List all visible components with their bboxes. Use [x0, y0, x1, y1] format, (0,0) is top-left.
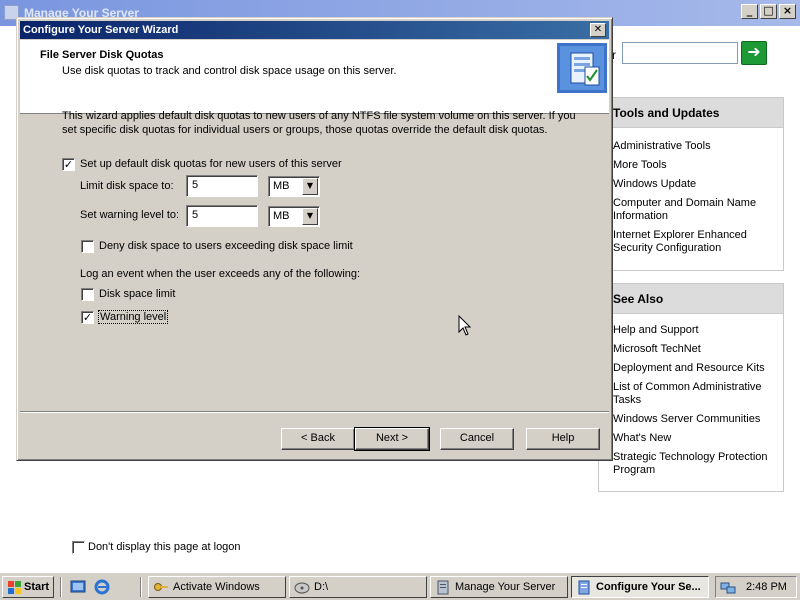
taskbar-item-configure-your-server[interactable]: Configure Your Se... [571, 576, 709, 598]
link-whats-new[interactable]: What's New [613, 432, 781, 445]
cancel-button[interactable]: Cancel [440, 428, 514, 450]
log-warning-level-checkbox[interactable]: ✓ [81, 311, 94, 324]
maximize-button[interactable]: □ [760, 4, 777, 19]
start-label: Start [24, 581, 50, 593]
intro-text: This wizard applies default disk quotas … [62, 110, 576, 136]
link-strategic-technology-protection[interactable]: Strategic Technology Protection Program [613, 451, 781, 477]
chevron-down-icon[interactable]: ▼ [302, 178, 318, 195]
taskbar-item-activate-windows[interactable]: Activate Windows [148, 576, 286, 598]
dont-display-label: Don't display this page at logon [88, 541, 241, 553]
back-button[interactable]: < Back [281, 428, 355, 450]
link-more-tools[interactable]: More Tools [613, 159, 781, 172]
taskbar-item-label: Activate Windows [173, 581, 260, 593]
start-button[interactable]: Start [2, 576, 54, 598]
taskbar-divider [60, 577, 62, 597]
button-separator [20, 411, 609, 413]
see-also-panel: See Also Help and Support Microsoft Tech… [598, 283, 784, 492]
search-input[interactable] [622, 42, 738, 64]
limit-disk-space-label: Limit disk space to: [80, 180, 174, 192]
taskbar-item-label: Configure Your Se... [596, 581, 701, 593]
link-help-and-support[interactable]: Help and Support [613, 324, 781, 337]
see-also-heading: See Also [599, 284, 783, 314]
log-disk-limit-checkbox[interactable] [81, 288, 94, 301]
log-disk-limit-label: Disk space limit [99, 288, 176, 300]
link-computer-domain-name[interactable]: Computer and Domain Name Information [613, 197, 781, 223]
help-button[interactable]: Help [526, 428, 600, 450]
link-ie-enhanced-security[interactable]: Internet Explorer Enhanced Security Conf… [613, 229, 781, 255]
warning-level-input[interactable]: 5 [186, 205, 258, 227]
log-warning-level-label: Warning level [97, 310, 169, 324]
dialog-close-button[interactable]: ✕ [590, 23, 606, 37]
chevron-down-icon[interactable]: ▼ [302, 208, 318, 225]
setup-default-quotas-checkbox[interactable]: ✓ [62, 158, 75, 171]
drive-icon [294, 582, 310, 594]
limit-disk-space-input[interactable]: 5 [186, 175, 258, 197]
show-desktop-icon[interactable] [70, 579, 86, 595]
warning-unit-value: MB [273, 210, 290, 222]
system-tray: 2:48 PM [715, 576, 797, 598]
window-controls: _ □ × [741, 4, 796, 19]
setup-default-quotas-label: Set up default disk quotas for new users… [80, 158, 342, 170]
taskbar-divider [140, 577, 142, 597]
go-arrow-icon[interactable]: ➜ [741, 41, 767, 65]
link-microsoft-technet[interactable]: Microsoft TechNet [613, 343, 781, 356]
taskbar-item-label: Manage Your Server [455, 581, 556, 593]
wizard-header: File Server Disk Quotas Use disk quotas … [20, 40, 609, 114]
key-icon [154, 583, 168, 591]
network-icon[interactable] [720, 580, 736, 595]
deny-disk-space-checkbox[interactable] [81, 240, 94, 253]
wizard-header-subtitle: Use disk quotas to track and control dis… [62, 65, 397, 77]
link-windows-update[interactable]: Windows Update [613, 178, 781, 191]
tools-and-updates-panel: Tools and Updates Administrative Tools M… [598, 97, 784, 271]
windows-logo-icon [8, 581, 21, 594]
disk-quota-icon [557, 43, 607, 93]
warning-level-label: Set warning level to: [80, 209, 180, 221]
configure-server-wizard-dialog: Configure Your Server Wizard ✕ File Serv… [16, 17, 613, 461]
internet-explorer-icon[interactable] [94, 579, 110, 595]
deny-disk-space-label: Deny disk space to users exceeding disk … [99, 240, 353, 252]
close-button[interactable]: × [779, 4, 796, 19]
mouse-cursor-icon [458, 315, 471, 336]
link-server-communities[interactable]: Windows Server Communities [613, 413, 781, 426]
clock[interactable]: 2:48 PM [746, 581, 787, 593]
link-common-admin-tasks[interactable]: List of Common Administrative Tasks [613, 381, 781, 407]
link-administrative-tools[interactable]: Administrative Tools [613, 140, 781, 153]
dont-display-checkbox[interactable] [72, 541, 85, 554]
server-icon [437, 580, 449, 595]
dialog-title: Configure Your Server Wizard [23, 24, 179, 36]
limit-unit-select[interactable]: MB ▼ [268, 176, 320, 197]
warning-unit-select[interactable]: MB ▼ [268, 206, 320, 227]
limit-unit-value: MB [273, 180, 290, 192]
minimize-button[interactable]: _ [741, 4, 758, 19]
taskbar-item-d-drive[interactable]: D:\ [289, 576, 427, 598]
taskbar-item-label: D:\ [314, 581, 329, 593]
next-button[interactable]: Next > [354, 427, 430, 451]
wizard-icon [578, 580, 590, 595]
wizard-header-title: File Server Disk Quotas [40, 49, 164, 61]
dialog-title-bar[interactable]: Configure Your Server Wizard ✕ [20, 21, 609, 39]
taskbar: Start Activate Windows D:\ Manage Your S… [0, 572, 800, 600]
tools-panel-heading: Tools and Updates [599, 98, 783, 128]
link-deployment-resource-kits[interactable]: Deployment and Resource Kits [613, 362, 781, 375]
taskbar-item-manage-your-server[interactable]: Manage Your Server [430, 576, 568, 598]
log-event-label: Log an event when the user exceeds any o… [80, 268, 361, 280]
